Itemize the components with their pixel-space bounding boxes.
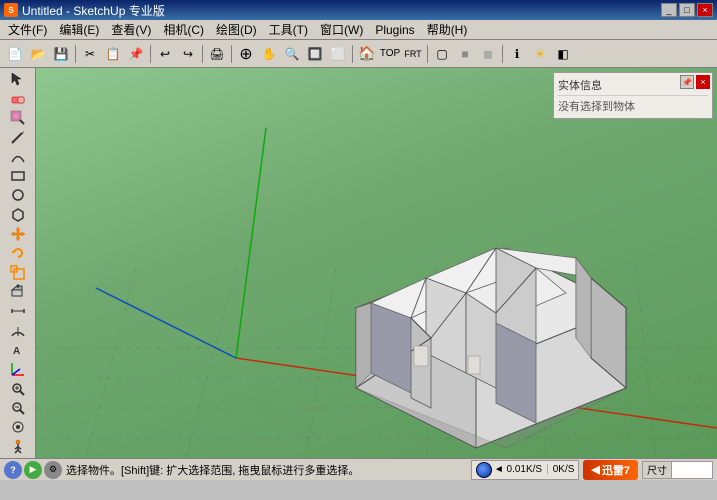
info-panel-close-button[interactable]: ×	[696, 75, 710, 89]
toolbar-zoom[interactable]: 🔍	[281, 43, 303, 65]
toolbar-shaded[interactable]: ■	[454, 43, 476, 65]
toolbar-sep5	[352, 45, 353, 63]
toolbar-iso[interactable]: 🏠	[356, 43, 378, 65]
toolbar-zoom-extents[interactable]: ⬜	[327, 43, 349, 65]
menu-plugins[interactable]: Plugins	[369, 21, 420, 39]
viewport[interactable]: 实体信息 📌 × 没有选择到物体	[36, 68, 717, 458]
toolbar-top[interactable]: TOP	[379, 43, 401, 65]
toolbar-sep6	[427, 45, 428, 63]
toolbar-wireframe[interactable]: ▢	[431, 43, 453, 65]
y-axis-line	[236, 128, 266, 358]
ok-value: 0K/S	[553, 464, 575, 475]
info-panel: 实体信息 📌 × 没有选择到物体	[553, 72, 713, 119]
tool-tape-measure[interactable]	[4, 302, 32, 320]
tool-push-pull[interactable]	[4, 283, 32, 301]
window-controls[interactable]: _ □ ×	[661, 3, 713, 17]
toolbar-zoom-window[interactable]: 🔲	[304, 43, 326, 65]
toolbar-new[interactable]: 📄	[4, 43, 26, 65]
info-panel-content: 没有选择到物体	[558, 98, 708, 114]
toolbar-sep3	[202, 45, 203, 63]
menu-help[interactable]: 帮助(H)	[421, 19, 474, 40]
toolbar-sep1	[75, 45, 76, 63]
tool-walkthrough[interactable]	[4, 438, 32, 456]
tool-rotate[interactable]	[4, 244, 32, 262]
measurement-label: 尺寸	[643, 462, 672, 478]
menu-window[interactable]: 窗口(W)	[314, 19, 369, 40]
menu-tools[interactable]: 工具(T)	[263, 19, 314, 40]
tool-polygon[interactable]	[4, 205, 32, 223]
tool-protractor[interactable]	[4, 321, 32, 339]
toolbar-cut[interactable]: ✂	[79, 43, 101, 65]
tool-zoom-out[interactable]	[4, 399, 32, 417]
geo-indicator: ◄ 0.01K/S | 0K/S	[471, 460, 580, 480]
tool-circle[interactable]	[4, 186, 32, 204]
menu-camera[interactable]: 相机(C)	[157, 19, 210, 40]
status-right: ◄ 0.01K/S | 0K/S ◀ 迅雷7 尺寸	[471, 460, 713, 480]
maximize-button[interactable]: □	[679, 3, 695, 17]
app-icon: S	[4, 3, 18, 17]
speed-logo: ◀ 迅雷7	[583, 460, 638, 480]
main-viewport-svg	[36, 68, 717, 458]
status-icons: ? ▶ ⚙	[4, 461, 62, 479]
geo-value: ◄ 0.01K/S	[494, 464, 542, 475]
toolbar-pan[interactable]: ✋	[258, 43, 280, 65]
toolbar-section[interactable]: ◧	[552, 43, 574, 65]
toolbar-paste[interactable]: 📌	[125, 43, 147, 65]
z-axis-line	[96, 288, 236, 358]
ok-separator: |	[546, 464, 549, 475]
tool-eraser[interactable]	[4, 89, 32, 107]
tool-arc[interactable]	[4, 147, 32, 165]
toolbar-sep7	[502, 45, 503, 63]
measurement-box: 尺寸	[642, 461, 713, 479]
tool-pencil[interactable]	[4, 128, 32, 146]
info-panel-pin-button[interactable]: 📌	[680, 75, 694, 89]
minimize-button[interactable]: _	[661, 3, 677, 17]
toolbar-sep4	[231, 45, 232, 63]
status-icon-0[interactable]: ?	[4, 461, 22, 479]
tool-paint[interactable]	[4, 109, 32, 127]
toolbar-info[interactable]: ℹ	[506, 43, 528, 65]
menu-view[interactable]: 查看(V)	[105, 19, 157, 40]
tool-axes[interactable]	[4, 360, 32, 378]
toolbar-orbit[interactable]: ⊕	[235, 43, 257, 65]
menu-file[interactable]: 文件(F)	[2, 19, 53, 40]
toolbar-save[interactable]: 💾	[50, 43, 72, 65]
menu-draw[interactable]: 绘图(D)	[210, 19, 263, 40]
left-toolbar: A	[0, 68, 36, 458]
toolbar-print[interactable]: 🖨	[206, 43, 228, 65]
status-icon-1[interactable]: ▶	[24, 461, 42, 479]
toolbar: 📄 📂 💾 ✂ 📋 📌 ↩ ↪ 🖨 ⊕ ✋ 🔍 🔲 ⬜ 🏠 TOP FRT ▢ …	[0, 40, 717, 68]
tool-look-around[interactable]	[4, 418, 32, 436]
svg-text:A: A	[13, 346, 20, 357]
toolbar-front[interactable]: FRT	[402, 43, 424, 65]
tool-move[interactable]	[4, 225, 32, 243]
menu-bar: 文件(F) 编辑(E) 查看(V) 相机(C) 绘图(D) 工具(T) 窗口(W…	[0, 20, 717, 40]
geo-globe-icon	[476, 462, 492, 478]
tool-text[interactable]: A	[4, 341, 32, 359]
toolbar-sep2	[150, 45, 151, 63]
toolbar-shadows[interactable]: ☀	[529, 43, 551, 65]
speed-icon: ◀	[591, 463, 599, 476]
toolbar-open[interactable]: 📂	[27, 43, 49, 65]
speed-label: 迅雷7	[602, 462, 630, 478]
tool-scale[interactable]	[4, 263, 32, 281]
window-title: Untitled - SketchUp 专业版	[22, 2, 165, 19]
status-bar: ? ▶ ⚙ 选择物件。[Shift]键: 扩大选择范围, 拖曳鼠标进行多重选择。…	[0, 458, 717, 480]
title-bar: S Untitled - SketchUp 专业版 _ □ ×	[0, 0, 717, 20]
tool-zoom-window[interactable]	[4, 380, 32, 398]
tool-rectangle[interactable]	[4, 167, 32, 185]
status-text: 选择物件。[Shift]键: 扩大选择范围, 拖曳鼠标进行多重选择。	[66, 462, 467, 478]
title-bar-left: S Untitled - SketchUp 专业版	[4, 2, 165, 19]
tool-select[interactable]	[4, 70, 32, 88]
toolbar-redo[interactable]: ↪	[177, 43, 199, 65]
status-icon-2[interactable]: ⚙	[44, 461, 62, 479]
main-area: A	[0, 68, 717, 458]
toolbar-textured[interactable]: ◼	[477, 43, 499, 65]
toolbar-undo[interactable]: ↩	[154, 43, 176, 65]
building-3d	[356, 248, 626, 448]
toolbar-copy[interactable]: 📋	[102, 43, 124, 65]
close-button[interactable]: ×	[697, 3, 713, 17]
menu-edit[interactable]: 编辑(E)	[53, 19, 105, 40]
